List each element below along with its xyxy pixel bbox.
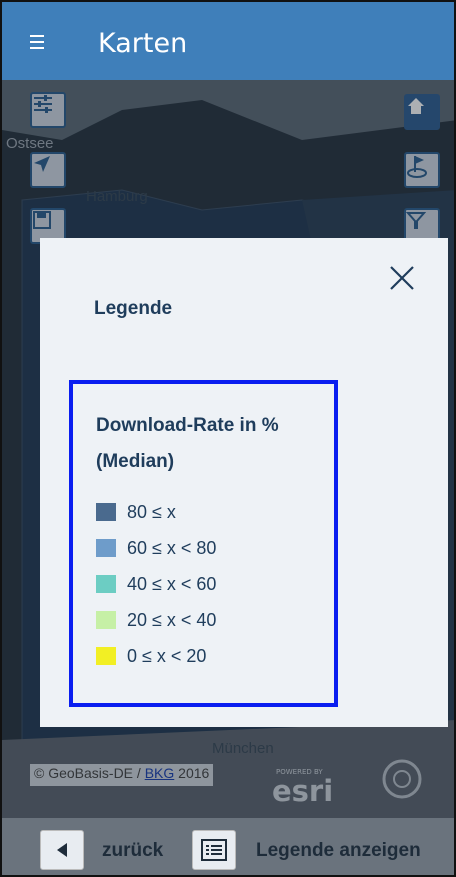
legend-item-label: 40 ≤ x < 60 xyxy=(127,573,217,594)
show-legend-button[interactable] xyxy=(192,830,236,870)
dialog-title: Legende xyxy=(94,298,173,319)
legend-swatch xyxy=(96,647,116,665)
legend-dialog: Legende Download-Rate in % (Median) 80 ≤… xyxy=(40,238,448,727)
legend-item: 20 ≤ x < 40 xyxy=(96,609,216,631)
legend-item: 80 ≤ x xyxy=(96,501,176,523)
back-label[interactable]: zurück xyxy=(102,840,163,862)
app-screen: Karten Ostsee Hamburg München © GeoBasis… xyxy=(0,0,456,877)
back-button[interactable] xyxy=(40,830,84,870)
legend-item: 0 ≤ x < 20 xyxy=(96,645,206,667)
legend-swatch xyxy=(96,503,116,521)
page-title: Karten xyxy=(98,28,188,59)
legend-swatch xyxy=(96,539,116,557)
legend-item-label: 0 ≤ x < 20 xyxy=(127,645,207,666)
close-icon[interactable] xyxy=(388,264,416,292)
legend-panel: Download-Rate in % (Median) 80 ≤ x 60 ≤ … xyxy=(69,380,338,707)
legend-item: 40 ≤ x < 60 xyxy=(96,573,216,595)
legend-item-label: 60 ≤ x < 80 xyxy=(127,537,217,558)
app-header: Karten xyxy=(2,2,454,80)
bottom-bar: zurück Legende anzeigen xyxy=(2,818,454,875)
show-legend-label[interactable]: Legende anzeigen xyxy=(256,840,421,862)
legend-swatch xyxy=(96,611,116,629)
legend-item: 60 ≤ x < 80 xyxy=(96,537,216,559)
legend-swatch xyxy=(96,575,116,593)
hamburger-menu-icon[interactable] xyxy=(30,35,44,51)
legend-heading: Download-Rate in % (Median) xyxy=(96,415,279,472)
list-icon xyxy=(201,839,227,861)
arrow-left-icon xyxy=(57,843,67,857)
legend-item-label: 80 ≤ x xyxy=(127,501,176,522)
legend-item-label: 20 ≤ x < 40 xyxy=(127,609,217,630)
